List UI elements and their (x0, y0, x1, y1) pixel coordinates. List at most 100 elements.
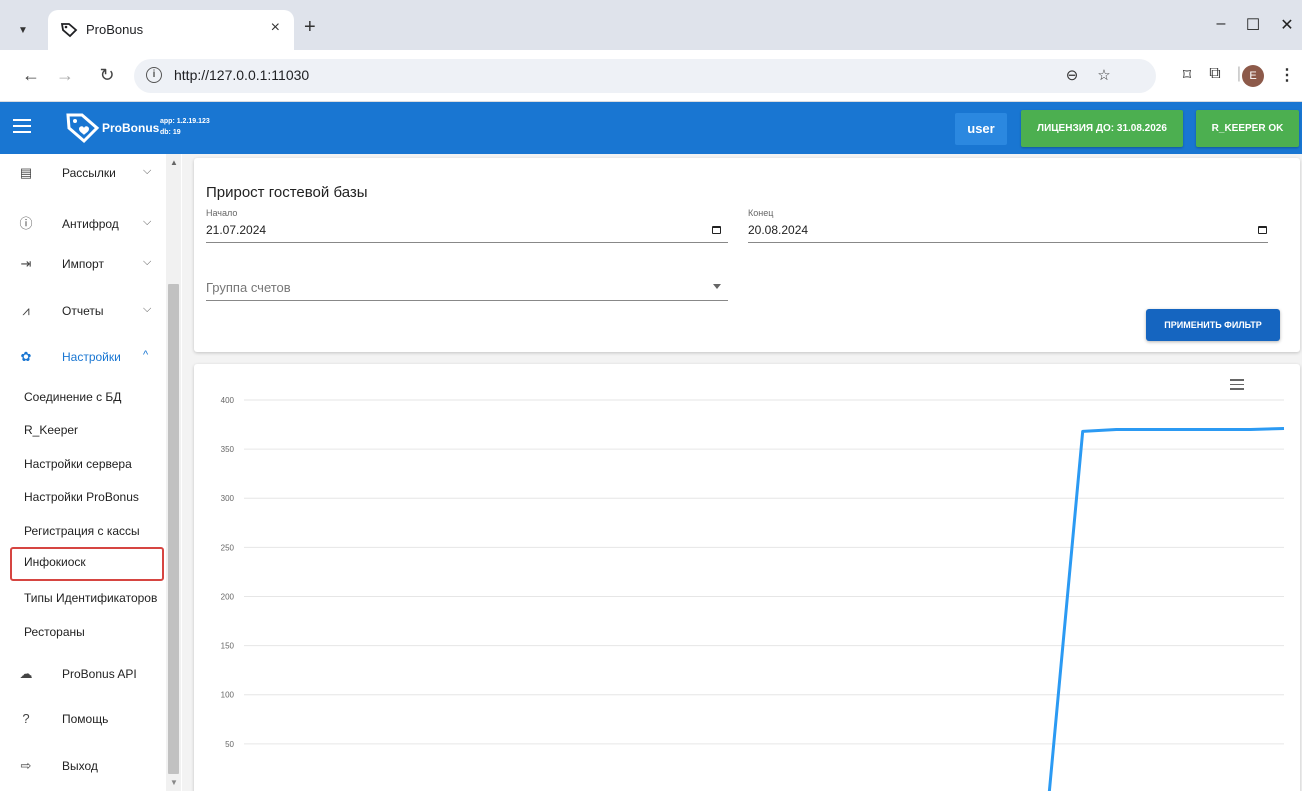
tab-close-icon[interactable]: × (271, 19, 280, 37)
growth-chart: 50 100 150 200 250 300 350 400 (221, 396, 1285, 791)
tab-title: ProBonus (86, 22, 144, 37)
account-group-underline (206, 300, 728, 301)
end-date-underline (748, 242, 1268, 243)
maximize-icon[interactable]: ☐ (1242, 15, 1264, 35)
sidebar-item-label: Рассылки (62, 166, 116, 180)
hamburger-menu-icon[interactable] (13, 119, 31, 133)
alert-icon: ⓘ (19, 216, 33, 231)
sidebar-subitem-label: Настройки ProBonus (24, 490, 139, 504)
sidebar: ▤ Рассылки ⌵ ⓘ Антифрод ⌵ ⇥ Импорт ⌵ ⩘ О… (0, 154, 182, 791)
y-tick-label: 50 (225, 740, 234, 749)
dropdown-arrow-icon[interactable] (713, 284, 721, 289)
sidebar-item-label: Настройки (62, 350, 121, 364)
address-bar[interactable]: i http://127.0.0.1:11030 ⊖ ☆ (134, 59, 1156, 93)
y-tick-label: 150 (221, 642, 235, 651)
sidebar-subitem-pos-registration[interactable]: Регистрация с кассы (10, 516, 164, 546)
minimize-icon[interactable]: – (1210, 15, 1232, 33)
calendar-icon[interactable] (712, 226, 721, 234)
probonus-logo-icon (66, 113, 100, 144)
start-date-label: Начало (206, 208, 238, 218)
extensions-icon[interactable]: ⧉ (1204, 65, 1226, 83)
help-icon: ? (22, 711, 30, 726)
browser-toolbar: ← → ↻ i http://127.0.0.1:11030 ⊖ ☆ ⌑ ⧉ |… (0, 50, 1302, 102)
y-tick-label: 350 (221, 445, 235, 454)
sidebar-subitem-infokiosk[interactable]: Инфокиоск (10, 547, 164, 581)
page-title: Прирост гостевой базы (206, 184, 368, 201)
y-tick-label: 300 (221, 494, 235, 503)
scrollbar-thumb[interactable] (168, 284, 179, 774)
scroll-down-icon[interactable]: ▼ (170, 778, 178, 787)
sidebar-item-settings[interactable]: ✿ Настройки ^ (0, 342, 165, 372)
screen-cast-icon[interactable]: ⌑ (1176, 65, 1198, 85)
forward-icon[interactable]: → (54, 64, 76, 86)
sidebar-item-label: ProBonus API (62, 667, 137, 681)
gear-icon: ✿ (20, 349, 32, 364)
end-date-input[interactable]: 20.08.2024 (748, 223, 808, 237)
sidebar-item-antifraud[interactable]: ⓘ Антифрод ⌵ (0, 209, 165, 239)
sidebar-subitem-label: R_Keeper (24, 423, 79, 437)
y-tick-label: 100 (221, 691, 235, 700)
browser-tab[interactable]: ProBonus × (48, 10, 294, 50)
user-button[interactable]: user (955, 113, 1007, 145)
import-icon: ⇥ (20, 256, 32, 271)
sidebar-subitem-label: Регистрация с кассы (24, 524, 140, 538)
end-date-label: Конец (748, 208, 774, 218)
app-version: app: 1.2.19.123 (160, 118, 210, 125)
profile-avatar[interactable]: E (1242, 65, 1264, 87)
y-tick-label: 400 (221, 396, 235, 405)
sidebar-subitem-db-connection[interactable]: Соединение с БД (10, 382, 164, 412)
calendar-icon[interactable] (1258, 226, 1267, 234)
probonus-favicon-icon (60, 23, 78, 38)
y-tick-label: 200 (221, 592, 235, 601)
sidebar-subitem-restaurants[interactable]: Рестораны (10, 617, 164, 647)
logo-text: ProBonus (102, 121, 160, 135)
sidebar-subitem-label: Инфокиоск (24, 555, 86, 569)
sidebar-subitem-r-keeper[interactable]: R_Keeper (10, 415, 164, 445)
cloud-icon: ☁ (19, 666, 33, 681)
sidebar-subitem-label: Соединение с БД (24, 390, 122, 404)
account-group-select[interactable]: Группа счетов (206, 280, 291, 295)
db-version: db: 19 (160, 129, 181, 136)
sidebar-item-help[interactable]: ? Помощь (0, 704, 165, 734)
scroll-up-icon[interactable]: ▲ (170, 158, 178, 167)
tab-dropdown-icon[interactable]: ▼ (12, 19, 34, 41)
close-icon[interactable]: ✕ (1276, 15, 1298, 35)
back-icon[interactable]: ← (20, 64, 42, 86)
url-text[interactable]: http://127.0.0.1:11030 (174, 67, 309, 83)
chevron-down-icon: ⌵ (143, 256, 152, 268)
sidebar-scrollbar[interactable]: ▲ ▼ (166, 154, 181, 791)
filter-card: Прирост гостевой базы Начало 21.07.2024 … (194, 158, 1300, 352)
sidebar-subitem-server-settings[interactable]: Настройки сервера (10, 449, 164, 479)
sidebar-item-label: Отчеты (62, 304, 104, 318)
mail-list-icon: ▤ (19, 165, 33, 180)
new-tab-icon[interactable]: + (304, 17, 316, 37)
license-button[interactable]: ЛИЦЕНЗИЯ ДО: 31.08.2026 (1021, 110, 1183, 147)
sidebar-item-label: Выход (62, 759, 98, 773)
zoom-icon[interactable]: ⊖ (1062, 66, 1082, 84)
start-date-input[interactable]: 21.07.2024 (206, 223, 266, 237)
sidebar-subitem-label: Рестораны (24, 625, 85, 639)
sidebar-subitem-identifier-types[interactable]: Типы Идентификаторов (10, 583, 164, 613)
chevron-down-icon: ⌵ (143, 303, 152, 315)
version-info: app: 1.2.19.123 db: 19 (160, 116, 210, 138)
sidebar-item-reports[interactable]: ⩘ Отчеты ⌵ (0, 296, 165, 326)
sidebar-item-label: Антифрод (62, 217, 119, 231)
logout-icon: ⇨ (20, 758, 32, 773)
chevron-up-icon: ^ (143, 349, 149, 361)
sidebar-item-mailings[interactable]: ▤ Рассылки ⌵ (0, 158, 165, 188)
chevron-down-icon: ⌵ (143, 216, 152, 228)
sidebar-item-logout[interactable]: ⇨ Выход (0, 751, 165, 781)
site-info-icon[interactable]: i (146, 67, 162, 83)
start-date-underline (206, 242, 728, 243)
bookmark-star-icon[interactable]: ☆ (1094, 66, 1114, 84)
sidebar-subitem-probonus-settings[interactable]: Настройки ProBonus (10, 482, 164, 512)
sidebar-item-api[interactable]: ☁ ProBonus API (0, 659, 165, 689)
apply-filter-button[interactable]: ПРИМЕНИТЬ ФИЛЬТР (1146, 309, 1280, 341)
sidebar-item-label: Импорт (62, 257, 104, 271)
chevron-down-icon: ⌵ (143, 165, 152, 177)
series-line (1047, 427, 1285, 791)
reload-icon[interactable]: ↻ (96, 64, 118, 86)
menu-dots-icon[interactable]: ⋮ (1276, 65, 1298, 85)
r-keeper-status-button[interactable]: R_KEEPER OK (1196, 110, 1299, 147)
sidebar-item-import[interactable]: ⇥ Импорт ⌵ (0, 249, 165, 279)
